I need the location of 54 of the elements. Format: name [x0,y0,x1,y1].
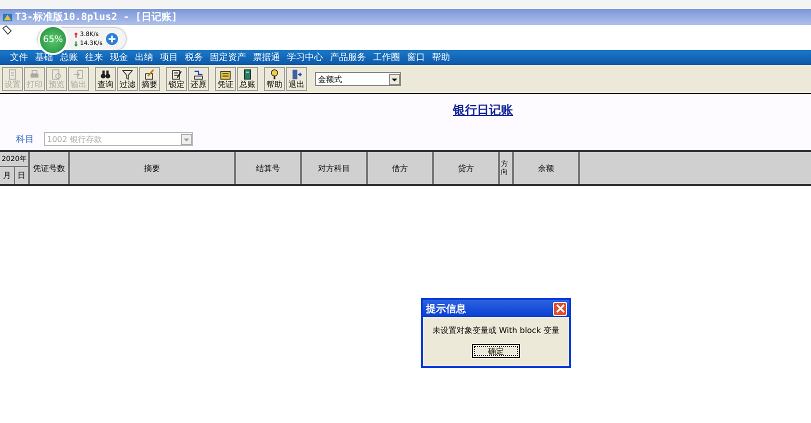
dialog-title: 提示信息 [426,302,466,316]
toolbar-button[interactable]: 退出 [286,67,307,91]
close-icon [556,304,564,313]
column-header: 贷方 [434,152,500,184]
app-icon [2,12,13,22]
menu-item[interactable]: 工作圈 [373,51,400,64]
doc-icon [7,69,18,80]
format-dropdown[interactable]: 金额式 [315,72,401,86]
menu-item[interactable]: 文件 [10,51,28,64]
subject-label: 科目 [16,134,34,146]
preview-icon [51,69,62,80]
export-icon [73,69,84,80]
column-header: 对方科目 [302,152,368,184]
toolbar-button[interactable]: 帮助 [264,67,285,91]
column-header: 凭证号数 [30,152,70,184]
binoculars-icon [100,69,111,80]
ok-button[interactable]: 确定 [472,344,520,358]
toolbar-button[interactable]: 凭证 [215,67,236,91]
menu-item[interactable]: 帮助 [432,51,450,64]
book-icon [242,69,253,80]
column-header: 月 [0,167,15,184]
menu-item[interactable]: 票据通 [253,51,280,64]
menu-item[interactable]: 项目 [160,51,178,64]
toolbar-button[interactable]: 查询 [95,67,116,91]
menu-item[interactable]: 固定资产 [210,51,246,64]
toolbar-button[interactable]: 过滤 [117,67,138,91]
menu-item[interactable]: 窗口 [407,51,425,64]
toolbar-button[interactable]: 还原 [188,67,209,91]
close-button[interactable] [553,302,567,316]
window-title: T3-标准版10.8plus2 - [日记账] [15,10,178,24]
filter-icon [122,69,133,80]
menu-item[interactable]: 税务 [185,51,203,64]
folder-icon [220,69,231,80]
exit-icon [291,69,302,80]
dialog-message: 未设置对象变量或 With block 变量 [432,325,560,336]
menu-item[interactable]: 往来 [85,51,103,64]
column-header: 日 [15,167,30,184]
toolbar-button[interactable]: 摘要 [139,67,160,91]
column-header: 摘要 [70,152,236,184]
pen-icon [144,69,155,80]
printer-icon [29,69,40,80]
menu-item[interactable]: 产品服务 [330,51,366,64]
menu-item[interactable]: 出纳 [135,51,153,64]
report-title: 银行日记账 [453,103,513,117]
toolbar-button[interactable]: 锁定 [166,67,187,91]
menu-item[interactable]: 学习中心 [287,51,323,64]
menu-item[interactable]: 现金 [110,51,128,64]
column-header: 借方 [368,152,434,184]
column-header: 余额 [514,152,580,184]
toolbar-button[interactable]: 总账 [237,67,258,91]
up-arrow-icon [74,32,78,38]
plus-icon[interactable] [106,33,118,45]
column-header: 结算号 [236,152,302,184]
down-arrow-icon [74,40,78,46]
